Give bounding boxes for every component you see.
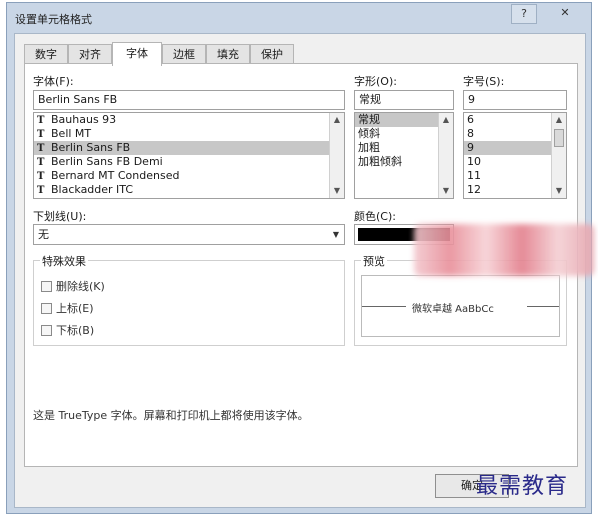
truetype-icon: T [37,129,45,140]
font-list-item[interactable]: T Berlin Sans FB Demi [34,155,344,169]
blurred-overlay [414,224,594,276]
font-list-item[interactable]: T Bauhaus 93 [34,113,344,127]
truetype-icon: T [37,115,45,126]
preview-area: 微软卓越 AaBbCc [361,275,560,337]
title-bar: 设置单元格格式 ? ✕ [7,3,591,33]
tab-fill[interactable]: 填充 [206,44,250,64]
font-style-list[interactable]: 常规 倾斜 加粗 加粗倾斜 ▲ ▼ [354,112,454,199]
effects-group: 特殊效果 删除线(K) 上标(E) 下标(B) [33,253,345,346]
effects-title: 特殊效果 [40,253,88,269]
font-list-item[interactable]: T Blackadder ITC [34,183,344,197]
truetype-icon: T [37,143,45,154]
preview-title: 预览 [361,253,387,269]
subscript-checkbox[interactable]: 下标(B) [41,324,94,338]
strikethrough-checkbox[interactable]: 删除线(K) [41,280,105,294]
scroll-thumb[interactable] [554,129,564,147]
font-style-input[interactable]: 常规 [354,90,454,110]
font-size-list[interactable]: 6 8 9 10 11 12 ▲ ▼ [463,112,567,199]
font-list-item[interactable]: T Bernard MT Condensed [34,169,344,183]
truetype-icon: T [37,185,45,196]
size-list-scrollbar[interactable]: ▲ ▼ [551,113,566,198]
tab-protection[interactable]: 保护 [250,44,294,64]
dialog-title: 设置单元格格式 [15,13,92,26]
font-list-scrollbar[interactable]: ▲ ▼ [329,113,344,198]
scroll-down-icon[interactable]: ▼ [552,184,566,198]
underline-label: 下划线(U): [33,210,87,223]
checkbox-icon[interactable] [41,281,52,292]
underline-value: 无 [38,228,49,241]
help-button[interactable]: ? [511,4,537,24]
color-label: 颜色(C): [354,210,396,223]
style-list-scrollbar[interactable]: ▲ ▼ [438,113,453,198]
preview-sample: 微软卓越 AaBbCc [412,304,494,315]
scroll-down-icon[interactable]: ▼ [439,184,453,198]
scroll-down-icon[interactable]: ▼ [330,184,344,198]
size-label: 字号(S): [463,75,505,88]
scroll-up-icon[interactable]: ▲ [439,113,453,127]
watermark-logo: 最需教育 [476,474,569,499]
font-list-item-selected[interactable]: T Berlin Sans FB [34,141,344,155]
checkbox-icon[interactable] [41,325,52,336]
tab-alignment[interactable]: 对齐 [68,44,112,64]
checkbox-icon[interactable] [41,303,52,314]
font-label: 字体(F): [33,75,74,88]
truetype-icon: T [37,157,45,168]
style-label: 字形(O): [354,75,397,88]
font-list[interactable]: T Bauhaus 93 T Bell MT T Berlin Sans FB T Be… [33,112,345,199]
underline-select[interactable]: 无 ▼ [33,224,345,245]
scroll-up-icon[interactable]: ▲ [330,113,344,127]
font-name-input[interactable]: Berlin Sans FB [33,90,345,110]
close-button[interactable]: ✕ [545,4,585,24]
scroll-up-icon[interactable]: ▲ [552,113,566,127]
tab-number[interactable]: 数字 [24,44,68,64]
font-size-input[interactable]: 9 [463,90,567,110]
truetype-icon: T [37,171,45,182]
chevron-down-icon: ▼ [332,230,340,239]
tab-border[interactable]: 边框 [162,44,206,64]
tab-font[interactable]: 字体 [112,42,162,66]
superscript-checkbox[interactable]: 上标(E) [41,302,94,316]
font-list-item[interactable]: T Bell MT [34,127,344,141]
truetype-note: 这是 TrueType 字体。屏幕和打印机上都将使用该字体。 [33,409,309,422]
